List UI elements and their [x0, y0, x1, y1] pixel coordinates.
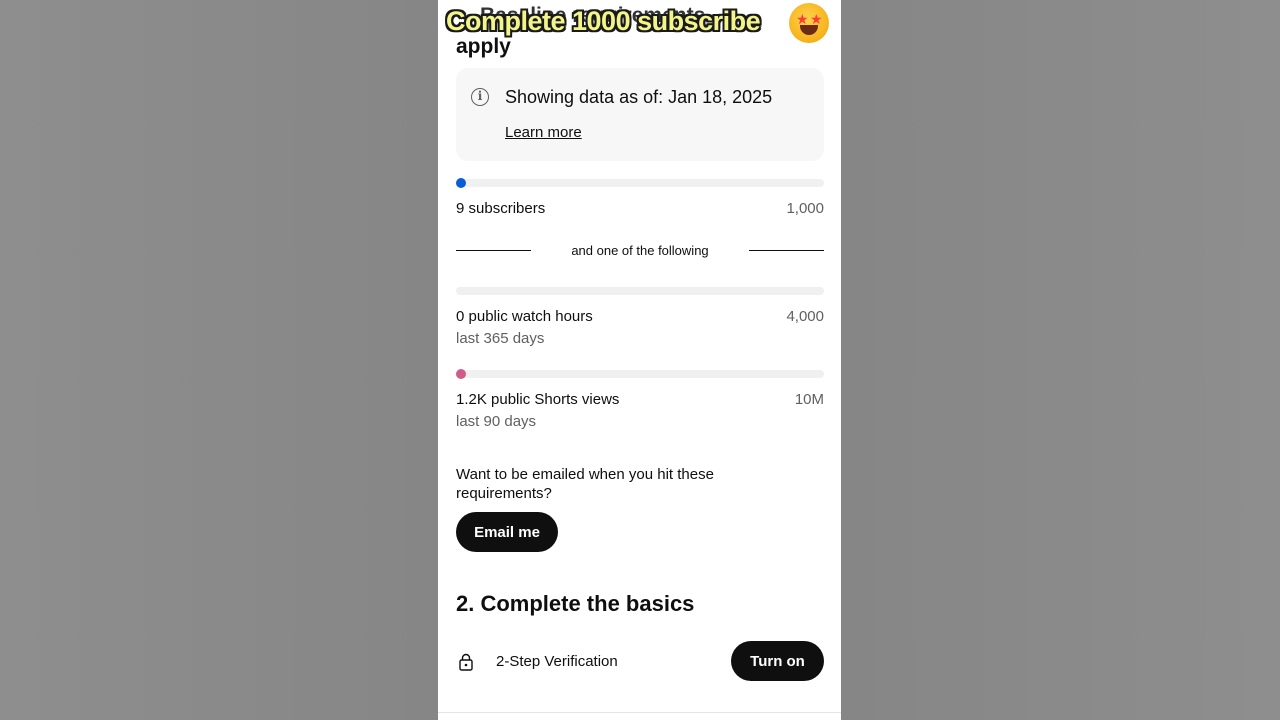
divider-line-right [749, 250, 824, 251]
watch-hours-label: 0 public watch hours [456, 308, 593, 325]
subscribers-progress-bar [456, 178, 824, 188]
lock-icon [459, 653, 473, 671]
email-me-button[interactable]: Email me [456, 512, 558, 552]
data-date-text: Showing data as of: Jan 18, 2025 [505, 87, 773, 107]
section-title-basics: 2. Complete the basics [456, 591, 695, 616]
watch-hours-target: 4,000 [786, 308, 824, 325]
phone-screen: Baseline requirements apply i Showing da… [438, 0, 841, 720]
shorts-views-progress-bar [456, 369, 824, 379]
subscribers-progress-fill [456, 178, 466, 188]
partial-heading: apply [456, 35, 511, 58]
two-step-verification-label: 2-Step Verification [496, 653, 618, 670]
info-icon: i [471, 88, 489, 106]
watch-hours-period: last 365 days [456, 330, 545, 347]
blurred-background-right [841, 0, 1280, 720]
shorts-views-target: 10M [794, 391, 824, 408]
email-question: Want to be emailed when you hit these re… [456, 466, 714, 502]
or-divider: and one of the following [456, 242, 824, 260]
data-info-card: i Showing data as of: Jan 18, 2025 Learn… [456, 68, 824, 161]
shorts-views-progress-fill [456, 369, 466, 379]
star-struck-emoji-icon: ★ ★ [789, 3, 829, 43]
shorts-views-label: 1.2K public Shorts views [456, 391, 620, 408]
video-caption-overlay: Complete 1000 subscribe [446, 6, 761, 36]
subscribers-target: 1,000 [786, 200, 824, 217]
bottom-separator [438, 712, 841, 713]
shorts-views-period: last 90 days [456, 413, 537, 430]
subscribers-label: 9 subscribers [456, 200, 546, 217]
learn-more-link[interactable]: Learn more [505, 124, 582, 141]
turn-on-button[interactable]: Turn on [731, 641, 824, 681]
blurred-background-left [0, 0, 438, 720]
watch-hours-progress-bar [456, 287, 824, 295]
